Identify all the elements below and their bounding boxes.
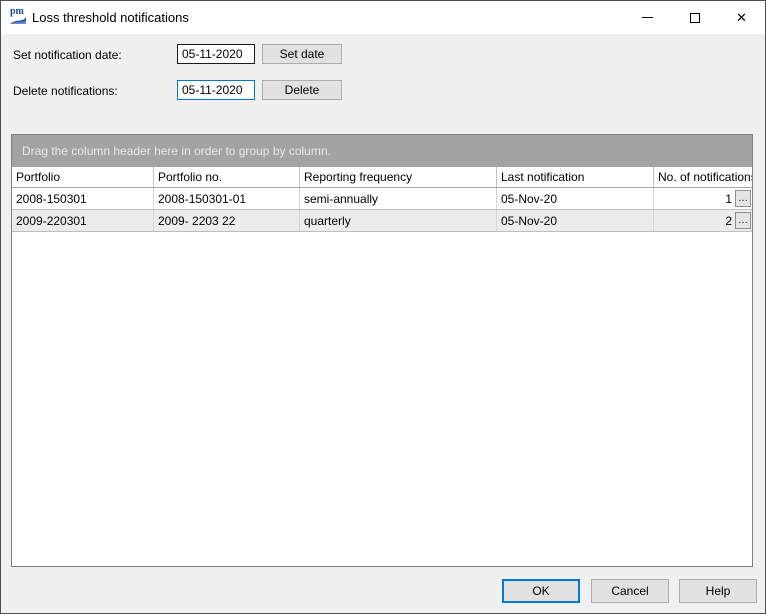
set-notification-date-label: Set notification date:: [13, 48, 122, 62]
grid-row-1[interactable]: 2008-150301 2008-150301-01 semi-annually…: [12, 188, 752, 210]
loss-threshold-dialog: pm Loss threshold notifications ✕ Set no…: [0, 0, 766, 614]
minimize-button[interactable]: [624, 1, 671, 34]
grid-row-2[interactable]: 2009-220301 2009- 2203 22 quarterly 05-N…: [12, 210, 752, 232]
window-controls: ✕: [624, 1, 765, 34]
column-header-reporting-frequency[interactable]: Reporting frequency: [300, 167, 497, 187]
row-1-ellipsis-button[interactable]: …: [735, 190, 751, 207]
notifications-grid: Drag the column header here in order to …: [11, 134, 753, 567]
column-header-last-notification[interactable]: Last notification: [497, 167, 654, 187]
cell-portfolio-no: 2008-150301-01: [154, 188, 300, 209]
cell-notification-count: 2 …: [654, 210, 752, 231]
cell-portfolio: 2008-150301: [12, 188, 154, 209]
delete-button[interactable]: Delete: [262, 80, 342, 100]
cancel-button[interactable]: Cancel: [591, 579, 669, 603]
cell-portfolio-no: 2009- 2203 22: [154, 210, 300, 231]
cell-reporting-frequency: semi-annually: [300, 188, 497, 209]
column-header-portfolio[interactable]: Portfolio: [12, 167, 154, 187]
ok-button[interactable]: OK: [502, 579, 580, 603]
cell-last-notification: 05-Nov-20: [497, 188, 654, 209]
set-notification-date-input[interactable]: [177, 44, 255, 64]
minimize-icon: [642, 17, 653, 18]
cell-reporting-frequency: quarterly: [300, 210, 497, 231]
column-header-portfolio-no[interactable]: Portfolio no.: [154, 167, 300, 187]
set-date-button[interactable]: Set date: [262, 44, 342, 64]
help-button[interactable]: Help: [679, 579, 757, 603]
cell-notification-count: 1 …: [654, 188, 752, 209]
delete-notifications-label: Delete notifications:: [13, 84, 118, 98]
pm-app-icon: pm: [9, 8, 27, 26]
maximize-button[interactable]: [671, 1, 718, 34]
notification-count-value: 2: [725, 214, 735, 228]
cell-portfolio: 2009-220301: [12, 210, 154, 231]
window-title: Loss threshold notifications: [32, 10, 189, 25]
close-icon: ✕: [736, 11, 747, 24]
cell-last-notification: 05-Nov-20: [497, 210, 654, 231]
maximize-icon: [690, 13, 700, 23]
titlebar[interactable]: pm Loss threshold notifications ✕: [1, 1, 765, 34]
close-button[interactable]: ✕: [718, 1, 765, 34]
grid-header-row: Portfolio Portfolio no. Reporting freque…: [12, 167, 752, 188]
delete-notifications-input[interactable]: [177, 80, 255, 100]
group-by-drop-zone[interactable]: Drag the column header here in order to …: [12, 135, 752, 167]
column-header-no-of-notifications[interactable]: No. of notifications: [654, 167, 752, 187]
row-2-ellipsis-button[interactable]: …: [735, 212, 751, 229]
notification-count-value: 1: [725, 192, 735, 206]
